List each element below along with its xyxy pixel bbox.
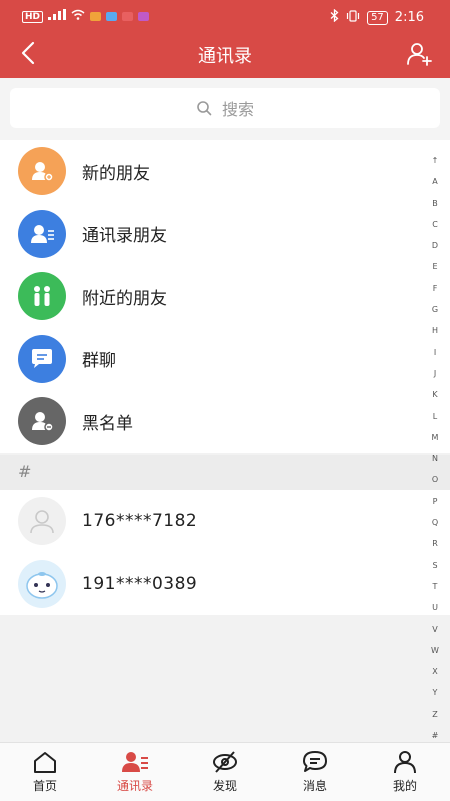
menu-item-label: 新的朋友 (82, 163, 150, 184)
bottom-nav: 首页 通讯录 发现 消息 我的 (0, 742, 450, 801)
message-icon (303, 751, 327, 772)
index-letter[interactable]: L (428, 406, 442, 427)
page-title: 通讯录 (198, 46, 252, 67)
app-notification-icon (138, 12, 150, 21)
menu-item-contacts-friends[interactable]: 通讯录朋友 (0, 203, 450, 266)
app-notification-icon (106, 12, 118, 21)
section-header-label: # (18, 462, 32, 481)
menu-item-label: 附近的朋友 (82, 288, 167, 309)
tab-profile[interactable]: 我的 (360, 743, 450, 801)
index-letter[interactable]: G (428, 299, 442, 320)
index-letter[interactable]: O (428, 469, 442, 490)
nav-row: 通讯录 (0, 34, 450, 74)
tab-messages[interactable]: 消息 (270, 743, 360, 801)
menu-item-nearby-friends[interactable]: 附近的朋友 (0, 265, 450, 328)
contact-list: 176****7182 191****0389 (0, 490, 450, 615)
index-letter[interactable]: J (428, 363, 442, 384)
add-friend-button[interactable] (406, 40, 434, 68)
status-left: HD (22, 9, 150, 24)
menu-item-label: 黑名单 (82, 413, 133, 434)
index-letter[interactable]: Z (428, 704, 442, 725)
tab-contacts[interactable]: 通讯录 (90, 743, 180, 801)
index-letter[interactable]: P (428, 491, 442, 512)
search-input[interactable]: 搜索 (10, 88, 440, 128)
home-icon (34, 752, 56, 773)
contacts-icon (122, 752, 148, 772)
bluetooth-icon (330, 8, 339, 26)
index-letter[interactable]: I (428, 342, 442, 363)
index-letter[interactable]: W (428, 640, 442, 661)
default-avatar-icon (18, 497, 66, 546)
signal-icon (48, 9, 67, 24)
index-letter[interactable]: H (428, 320, 442, 341)
menu-item-label: 群聊 (82, 351, 116, 372)
index-letter[interactable]: Q (428, 512, 442, 533)
app-notification-icon (122, 12, 134, 21)
cartoon-avatar-icon (18, 559, 66, 608)
index-letter[interactable]: R (428, 533, 442, 554)
section-header: # (0, 455, 450, 490)
menu-item-group-chat[interactable]: 群聊 (0, 328, 450, 391)
index-letter[interactable]: N (428, 448, 442, 469)
search-icon (197, 101, 212, 116)
index-letter[interactable]: B (428, 193, 442, 214)
search-placeholder: 搜索 (221, 100, 254, 119)
contacts-friend-icon (18, 209, 66, 258)
contact-row[interactable]: 176****7182 (0, 490, 450, 553)
tab-label: 消息 (302, 779, 327, 793)
index-letter[interactable]: Y (428, 682, 442, 703)
wifi-icon (71, 9, 85, 24)
index-letter[interactable]: F (428, 278, 442, 299)
discover-icon (213, 751, 237, 773)
menu-item-new-friends[interactable]: 新的朋友 (0, 140, 450, 203)
index-letter[interactable]: X (428, 661, 442, 682)
nearby-people-icon (18, 272, 66, 321)
index-letter[interactable]: E (428, 256, 442, 277)
battery-indicator: 57 (367, 10, 388, 25)
status-right: 57 2:16 (330, 8, 424, 26)
tab-label: 我的 (392, 779, 417, 793)
vibrate-icon (346, 9, 360, 26)
alphabet-index[interactable]: ↑ A B C D E F G H I J K L M N O P Q R S … (428, 150, 442, 746)
add-user-icon (407, 43, 432, 66)
index-letter[interactable]: S (428, 555, 442, 576)
menu-item-label: 通讯录朋友 (82, 226, 167, 247)
contact-row[interactable]: 191****0389 (0, 553, 450, 616)
top-bar: HD 57 2:16 通讯录 (0, 0, 450, 78)
status-bar: HD 57 2:16 (0, 0, 450, 32)
hd-indicator: HD (22, 10, 44, 23)
tab-label: 发现 (212, 779, 237, 793)
index-letter[interactable]: V (428, 619, 442, 640)
blacklist-icon (18, 397, 66, 446)
group-chat-icon (18, 334, 66, 383)
contact-name: 176****7182 (82, 511, 198, 532)
clock: 2:16 (394, 10, 424, 25)
index-letter[interactable]: T (428, 576, 442, 597)
tab-discover[interactable]: 发现 (180, 743, 270, 801)
profile-icon (394, 751, 416, 774)
menu-item-blacklist[interactable]: 黑名单 (0, 390, 450, 453)
index-letter[interactable]: C (428, 214, 442, 235)
tab-label: 通讯录 (116, 779, 153, 793)
index-letter[interactable]: K (428, 384, 442, 405)
tab-home[interactable]: 首页 (0, 743, 90, 801)
index-letter[interactable]: D (428, 235, 442, 256)
contact-name: 191****0389 (82, 573, 198, 594)
new-friend-icon (18, 147, 66, 196)
function-menu: 新的朋友 通讯录朋友 附近的朋友 群聊 黑名单 (0, 140, 450, 453)
app-notification-icon (90, 12, 102, 21)
index-letter[interactable]: ↑ (428, 150, 442, 171)
index-letter[interactable]: M (428, 427, 442, 448)
tab-label: 首页 (32, 779, 57, 793)
index-letter[interactable]: U (428, 597, 442, 618)
search-area: 搜索 (0, 78, 450, 140)
index-letter[interactable]: A (428, 171, 442, 192)
